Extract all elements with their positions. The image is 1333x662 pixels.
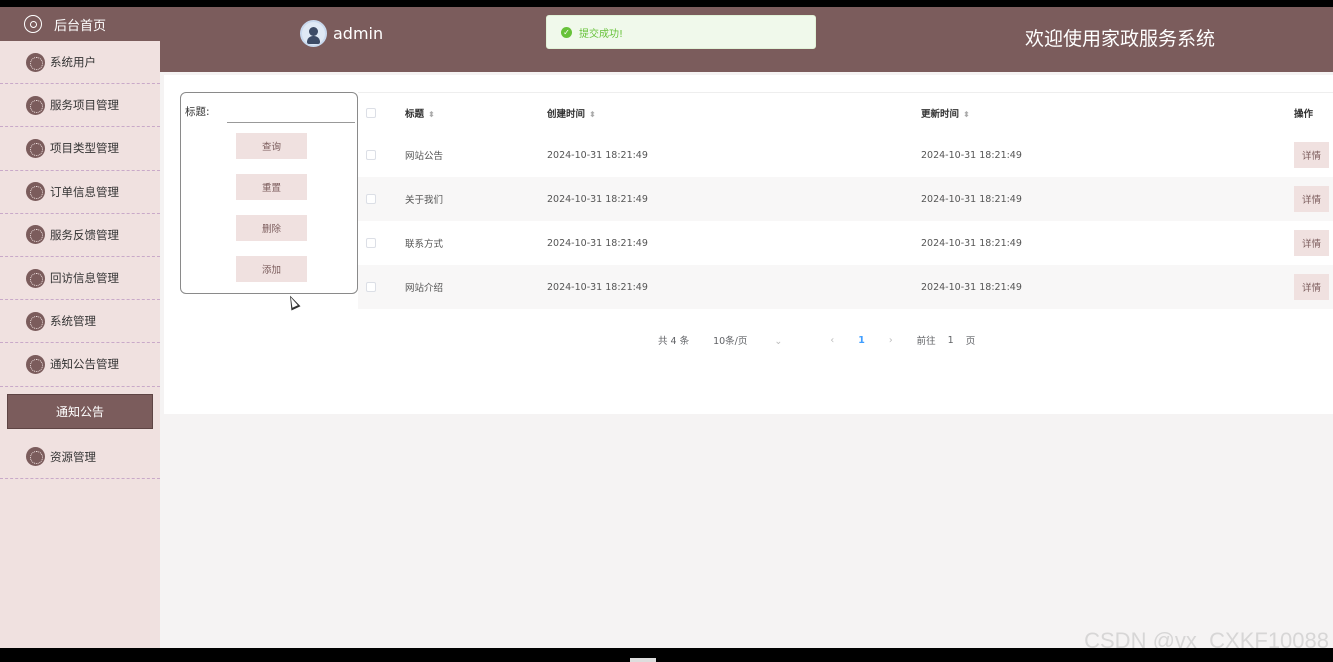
sidebar-item-label: 系统管理 [50,314,96,329]
cell-updated: 2024-10-31 18:21:49 [921,237,1022,249]
home-circle-icon [24,15,42,33]
detail-button[interactable]: 详情 [1294,230,1329,256]
table-row: 联系方式 2024-10-31 18:21:49 2024-10-31 18:2… [358,221,1333,265]
column-header-title[interactable]: 标题 ⬍ [405,106,435,120]
column-header-label: 标题 [405,109,425,120]
title-label: 标题: [185,106,210,118]
cell-created: 2024-10-31 18:21:49 [547,149,648,161]
notice-table: 标题 ⬍ 创建时间 ⬍ 更新时间 ⬍ 操作 网站公告 2024-10-31 18:21… [358,92,1333,309]
sidebar-item-feedback[interactable]: 服务反馈管理 [0,214,160,257]
detail-button[interactable]: 详情 [1294,274,1329,300]
sidebar: 后台首页 系统用户 服务项目管理 项目类型管理 订单信息管理 服务反馈管理 回访… [0,7,160,648]
chevron-down-icon: ⌄ [774,336,783,347]
flower-icon [26,52,45,72]
sidebar-item-label: 资源管理 [50,449,96,464]
flower-icon [26,138,45,158]
column-header-created[interactable]: 创建时间 ⬍ [547,106,596,120]
sidebar-home[interactable]: 后台首页 [0,7,160,41]
app-screen: 后台首页 系统用户 服务项目管理 项目类型管理 订单信息管理 服务反馈管理 回访… [0,7,1333,648]
detail-button[interactable]: 详情 [1294,142,1329,168]
flower-icon [26,268,45,288]
sidebar-item-label: 回访信息管理 [50,271,119,286]
cell-title: 网站介绍 [405,283,444,294]
pagination-total: 共 4 条 [658,336,690,347]
row-checkbox[interactable] [366,282,376,292]
row-checkbox[interactable] [366,194,376,204]
column-header-label: 更新时间 [921,109,960,120]
flower-icon [26,225,45,245]
watermark: CSDN @vx_CXKF10088 [1084,628,1329,648]
toast-message: 提交成功! [579,28,624,40]
table-row: 关于我们 2024-10-31 18:21:49 2024-10-31 18:2… [358,177,1333,221]
page-size-label: 10条/页 [713,336,748,347]
sidebar-item-label: 服务项目管理 [50,98,119,113]
page-size-select[interactable]: 10条/页 ⌄ [713,333,806,347]
cell-title: 联系方式 [405,239,444,250]
goto-prefix: 前往 [916,336,936,347]
table-header-row: 标题 ⬍ 创建时间 ⬍ 更新时间 ⬍ 操作 [358,92,1333,133]
sort-icon: ⬍ [963,110,970,119]
cell-updated: 2024-10-31 18:21:49 [921,193,1022,205]
flower-icon [26,311,45,331]
flower-icon [26,354,45,374]
row-checkbox[interactable] [366,150,376,160]
column-header-updated[interactable]: 更新时间 ⬍ [921,106,970,120]
cell-updated: 2024-10-31 18:21:49 [921,149,1022,161]
sidebar-item-system-users[interactable]: 系统用户 [0,41,160,85]
delete-button[interactable]: 删除 [236,215,307,241]
sidebar-home-label: 后台首页 [54,18,107,34]
current-page[interactable]: 1 [858,335,865,346]
system-title: 欢迎使用家政服务系统 [1024,28,1215,50]
cell-title: 关于我们 [405,195,444,206]
table-row: 网站介绍 2024-10-31 18:21:49 2024-10-31 18:2… [358,265,1333,309]
sidebar-item-revisits[interactable]: 回访信息管理 [0,257,160,301]
pagination: 共 4 条 10条/页 ⌄ ‹ 1 › 前往 1 页 [658,333,999,348]
title-search-input[interactable] [227,99,355,123]
sidebar-item-system-management[interactable]: 系统管理 [0,300,160,344]
sidebar-item-service-projects[interactable]: 服务项目管理 [0,84,160,128]
sidebar-item-label: 服务反馈管理 [50,227,119,242]
prev-page-icon[interactable]: ‹ [830,335,834,346]
flower-icon [26,95,45,115]
cell-title: 网站公告 [405,151,444,162]
sidebar-item-label: 系统用户 [50,55,96,70]
row-checkbox[interactable] [366,238,376,248]
success-toast: ✓ 提交成功! [546,15,816,49]
sort-icon: ⬍ [428,110,435,119]
cell-created: 2024-10-31 18:21:49 [547,193,648,205]
goto-page-input[interactable]: 1 [948,335,954,346]
flower-icon [26,447,45,467]
sidebar-item-resources[interactable]: 资源管理 [0,436,160,479]
search-panel: 标题: 查询 重置 删除 添加 [180,92,358,294]
add-button[interactable]: 添加 [236,256,307,282]
column-header-label: 创建时间 [547,109,586,120]
column-header-action: 操作 [1294,109,1314,120]
flower-icon [26,182,45,202]
sidebar-item-project-types[interactable]: 项目类型管理 [0,127,160,171]
table-row: 网站公告 2024-10-31 18:21:49 2024-10-31 18:2… [358,133,1333,177]
sort-icon: ⬍ [589,110,596,119]
detail-button[interactable]: 详情 [1294,186,1329,212]
cell-created: 2024-10-31 18:21:49 [547,281,648,293]
cell-updated: 2024-10-31 18:21:49 [921,281,1022,293]
taskbar-indicator [630,658,656,662]
avatar [300,20,327,47]
next-page-icon[interactable]: › [889,335,893,346]
select-all-checkbox[interactable] [366,108,376,118]
user-info[interactable]: admin [300,20,383,47]
goto-suffix: 页 [965,336,976,347]
cell-created: 2024-10-31 18:21:49 [547,237,648,249]
top-header: admin ✓ 提交成功! 欢迎使用家政服务系统 [160,7,1333,72]
main-panel: 标题: 查询 重置 删除 添加 标题 ⬍ 创建时间 ⬍ 更新时间 ⬍ 操作 网站公告 … [164,75,1333,414]
sidebar-item-notice-management[interactable]: 通知公告管理 [0,343,160,387]
sidebar-item-label: 项目类型管理 [50,141,119,156]
sidebar-item-orders[interactable]: 订单信息管理 [0,171,160,214]
query-button[interactable]: 查询 [236,133,307,159]
sidebar-item-label: 通知公告管理 [50,357,119,372]
sidebar-subitem-notice[interactable]: 通知公告 [7,393,153,429]
username: admin [333,24,384,43]
reset-button[interactable]: 重置 [236,174,307,200]
check-circle-icon: ✓ [561,26,572,38]
sidebar-item-label: 订单信息管理 [50,184,119,199]
